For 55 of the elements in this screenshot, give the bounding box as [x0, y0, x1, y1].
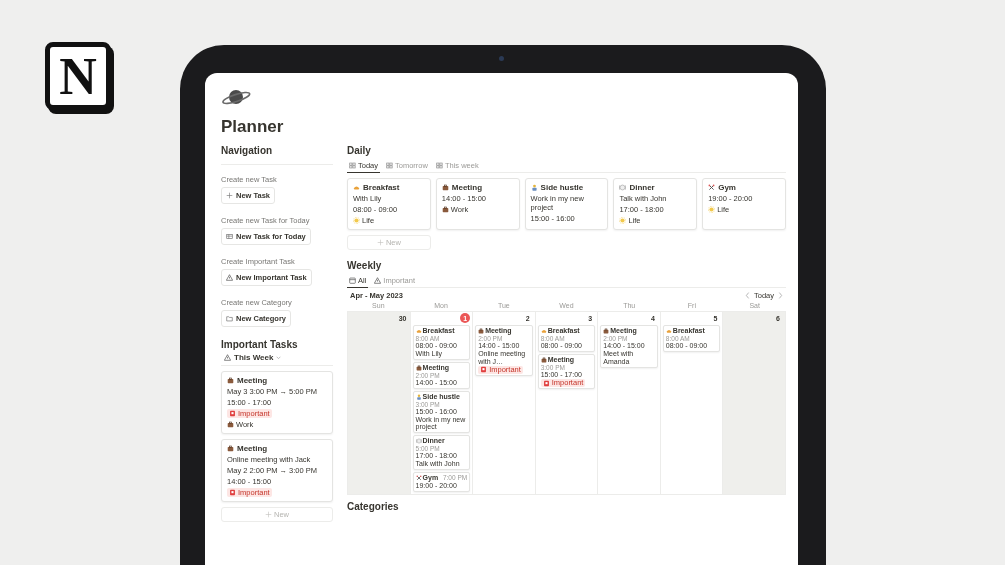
- briefcase-icon: [540, 356, 547, 363]
- gallery-icon: [349, 162, 356, 169]
- calendar-icon: [349, 277, 356, 284]
- warning-icon: [224, 354, 231, 361]
- gallery-icon: [435, 162, 443, 169]
- briefcase-icon: [478, 327, 485, 334]
- section-title: Navigation: [221, 145, 274, 156]
- next-icon[interactable]: [778, 292, 783, 299]
- sun-icon: [619, 217, 627, 224]
- briefcase-icon: [415, 364, 422, 371]
- warning-icon: [226, 274, 233, 281]
- section-title: Categories: [347, 500, 400, 512]
- bread-icon: [540, 327, 547, 334]
- task-title: Meeting: [441, 183, 514, 192]
- briefcase-icon: [227, 421, 234, 428]
- task-title: Meeting: [227, 444, 327, 453]
- task-title: Gym: [708, 183, 780, 192]
- section-title: Daily: [347, 145, 372, 156]
- briefcase-icon: [227, 377, 234, 384]
- task-title: Meeting: [227, 376, 327, 385]
- task-title: Side hustle: [530, 183, 603, 192]
- briefcase-icon: [227, 445, 234, 452]
- filter-dropdown[interactable]: This Week: [221, 350, 333, 365]
- section-title: Weekly: [347, 260, 383, 271]
- person-icon: [530, 184, 538, 191]
- task-title: Dinner: [619, 183, 692, 192]
- folder-icon: [226, 315, 233, 322]
- bread-icon: [415, 327, 422, 334]
- briefcase-icon: [441, 206, 449, 213]
- flag-icon: [229, 489, 236, 496]
- briefcase-icon: [603, 327, 610, 334]
- gallery-icon: [386, 162, 393, 169]
- person-icon: [415, 393, 422, 400]
- section-title: Important Tasks: [221, 339, 299, 350]
- caret-icon: [276, 355, 282, 360]
- flag-icon: [542, 379, 550, 387]
- flag-icon: [480, 366, 488, 374]
- plus-icon: [376, 239, 384, 246]
- flag-icon: [229, 410, 236, 417]
- sun-icon: [708, 206, 716, 213]
- sun-icon: [353, 217, 360, 224]
- page-title: Planner: [221, 117, 285, 137]
- bread-icon: [353, 184, 360, 191]
- plate-icon: [619, 184, 627, 191]
- plate-icon: [415, 438, 422, 445]
- briefcase-icon: [441, 184, 449, 191]
- plus-icon: [226, 192, 233, 199]
- warning-icon: [374, 277, 382, 284]
- table-icon: [226, 233, 233, 240]
- plus-icon: [265, 511, 272, 518]
- bread-icon: [665, 327, 672, 334]
- task-title: Breakfast: [353, 183, 425, 192]
- previous-icon[interactable]: [745, 292, 750, 299]
- camera-icon: [499, 56, 504, 61]
- planet-icon: [221, 87, 251, 107]
